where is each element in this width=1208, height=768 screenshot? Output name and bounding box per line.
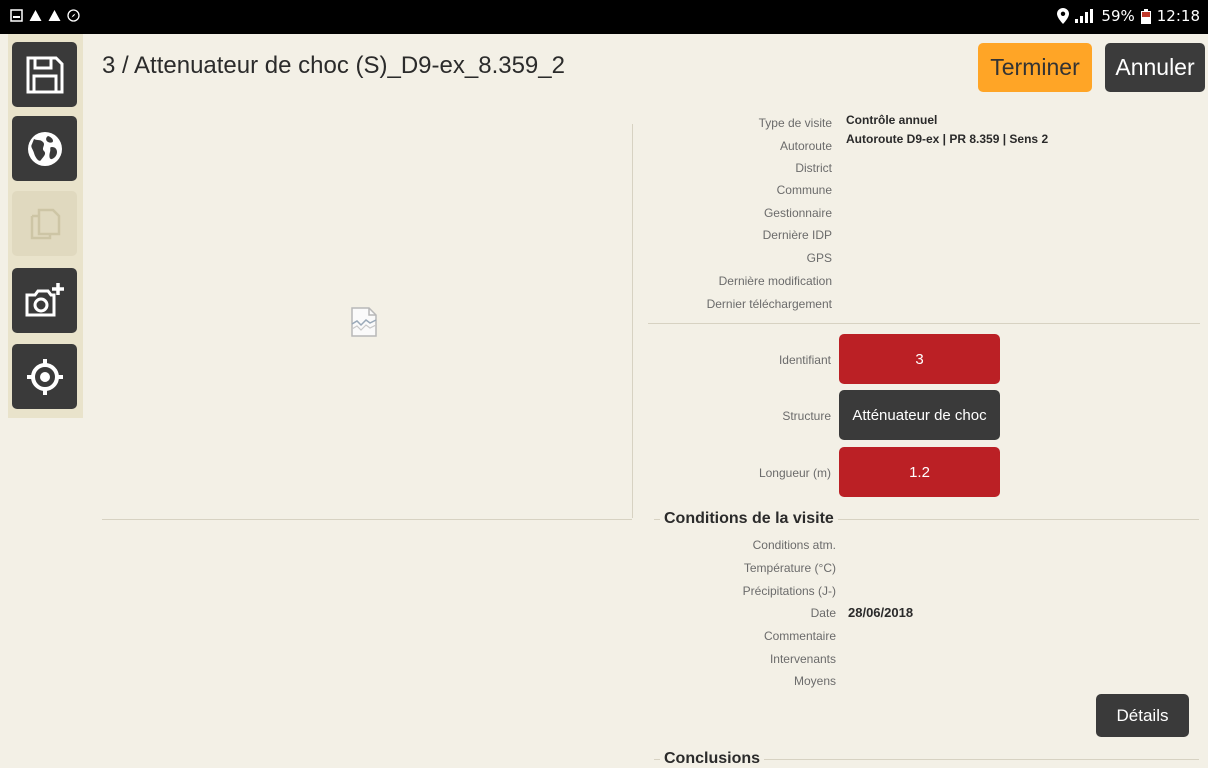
conditions-label: Précipitations (J-) <box>742 584 836 598</box>
identifiant-field[interactable]: 3 <box>839 334 1000 384</box>
globe-icon <box>27 131 62 166</box>
conditions-title: Conditions de la visite <box>664 510 834 527</box>
status-system: 59% 12:18 <box>1057 7 1200 25</box>
status-bar: 59% 12:18 <box>0 0 1208 34</box>
camera-add-icon <box>25 282 64 316</box>
panel-divider <box>102 519 632 520</box>
info-value: Autoroute D9-ex | PR 8.359 | Sens 2 <box>846 132 1049 146</box>
info-label: Commune <box>776 183 832 197</box>
warning-icon <box>29 10 42 21</box>
conditions-label: Date <box>810 606 836 620</box>
conclusions-header: Conclusions <box>654 750 1199 768</box>
signal-icon <box>1075 9 1094 23</box>
info-label: Gestionnaire <box>763 206 832 220</box>
notification-icon <box>10 9 23 22</box>
copy-button[interactable] <box>12 191 77 256</box>
warning-icon <box>48 10 61 21</box>
conditions-label: Commentaire <box>763 629 836 643</box>
map-button[interactable] <box>12 116 77 181</box>
details-button[interactable]: Détails <box>1096 694 1189 737</box>
save-icon <box>26 56 63 93</box>
longueur-field[interactable]: 1.2 <box>839 447 1000 497</box>
structure-label: Structure <box>782 409 831 423</box>
info-label: Type de visite <box>758 116 832 130</box>
battery-icon <box>1140 8 1151 24</box>
copy-icon <box>30 208 60 239</box>
panel-divider <box>632 124 633 518</box>
locate-button[interactable] <box>12 344 77 409</box>
info-label: Autoroute <box>779 139 832 153</box>
compass-icon <box>67 9 80 22</box>
save-button[interactable] <box>12 42 77 107</box>
terminer-button[interactable]: Terminer <box>978 43 1092 92</box>
section-divider <box>648 323 1200 324</box>
sidebar <box>8 34 83 418</box>
add-photo-button[interactable] <box>12 268 77 333</box>
info-label: District <box>795 161 832 175</box>
conditions-label: Température (°C) <box>743 561 836 575</box>
conclusions-title: Conclusions <box>664 750 761 767</box>
info-label: GPS <box>806 251 832 265</box>
location-icon <box>1057 8 1070 24</box>
info-label: Dernier téléchargement <box>706 297 832 311</box>
battery-percent: 59% <box>1101 7 1135 25</box>
identifiant-label: Identifiant <box>778 353 831 367</box>
conditions-label: Intervenants <box>769 652 836 666</box>
info-label: Dernière IDP <box>762 228 832 242</box>
conditions-header: Conditions de la visite <box>654 510 1199 528</box>
conditions-label: Conditions atm. <box>752 538 836 552</box>
annuler-button[interactable]: Annuler <box>1105 43 1205 92</box>
date-value: 28/06/2018 <box>848 605 914 620</box>
locate-icon <box>26 358 63 395</box>
clock: 12:18 <box>1156 7 1200 25</box>
longueur-label: Longueur (m) <box>758 466 831 480</box>
structure-field[interactable]: Atténuateur de choc <box>839 390 1000 440</box>
info-label: Dernière modification <box>718 274 832 288</box>
broken-image-icon[interactable] <box>350 306 378 338</box>
info-value: Contrôle annuel <box>846 113 938 127</box>
conditions-label: Moyens <box>793 674 836 688</box>
page-title: 3 / Attenuateur de choc (S)_D9-ex_8.359_… <box>102 52 565 79</box>
status-notifications <box>10 9 80 22</box>
